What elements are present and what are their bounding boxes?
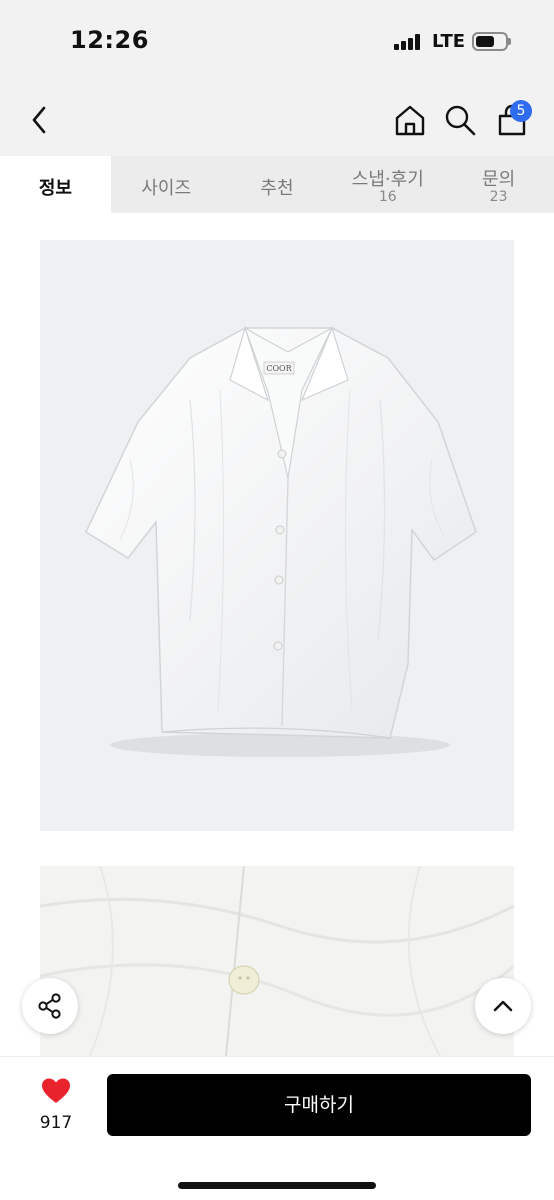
status-bar: 12:26 LTE — [0, 0, 554, 82]
battery-icon — [472, 32, 508, 51]
tab-label: 문의 — [482, 169, 516, 190]
scroll-top-button[interactable] — [475, 978, 531, 1034]
scroll-top-icon — [493, 1000, 513, 1012]
back-icon — [32, 106, 46, 134]
brand-label: COOR — [266, 364, 292, 373]
shirt-illustration: COOR — [85, 325, 477, 757]
product-image-main[interactable]: COOR — [40, 240, 514, 831]
like-button[interactable]: 917 — [28, 1075, 84, 1135]
tab-inquiry[interactable]: 문의 23 — [443, 156, 554, 213]
tab-count: 16 — [378, 189, 397, 205]
search-button[interactable] — [442, 102, 478, 138]
tab-recommend[interactable]: 추천 — [222, 156, 333, 213]
home-indicator — [178, 1182, 376, 1189]
tab-label: 스냅·후기 — [351, 169, 424, 190]
tab-size[interactable]: 사이즈 — [111, 156, 222, 213]
tab-label: 사이즈 — [141, 178, 192, 199]
network-label: LTE — [432, 31, 466, 52]
back-button[interactable] — [24, 102, 56, 138]
tab-label: 정보 — [38, 178, 72, 199]
cart-count-badge: 5 — [510, 100, 532, 122]
product-image-detail[interactable] — [40, 866, 514, 1056]
status-time: 12:26 — [70, 26, 149, 54]
tab-label: 추천 — [260, 178, 294, 199]
bottom-action-bar: 917 구매하기 — [0, 1056, 554, 1200]
tab-info[interactable]: 정보 — [0, 156, 111, 213]
shirt-button — [228, 965, 260, 995]
fabric-closeup — [40, 866, 514, 1056]
search-icon — [445, 105, 476, 136]
tab-bar: 정보 사이즈 추천 스냅·후기 16 문의 23 — [0, 156, 554, 213]
home-button[interactable] — [392, 102, 428, 138]
heart-icon — [42, 1078, 70, 1103]
tab-snap-review[interactable]: 스냅·후기 16 — [332, 156, 443, 213]
home-icon — [395, 105, 425, 136]
like-count: 917 — [39, 1113, 73, 1133]
top-nav-bar — [0, 82, 554, 156]
buy-button[interactable]: 구매하기 — [107, 1074, 531, 1136]
signal-icon — [394, 34, 424, 50]
tab-count: 23 — [489, 189, 508, 205]
share-button[interactable] — [22, 978, 78, 1034]
share-icon — [38, 993, 61, 1019]
